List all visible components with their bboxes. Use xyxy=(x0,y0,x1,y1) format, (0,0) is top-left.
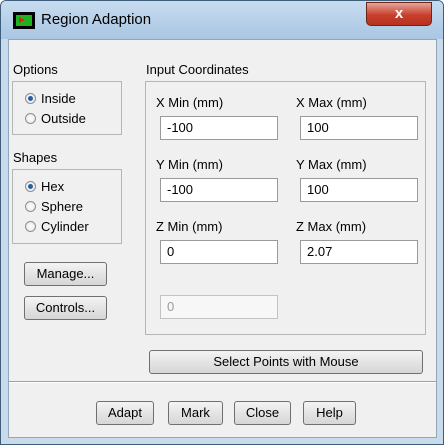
dialog-body: Options Inside Outside Shapes Hex Sphere xyxy=(8,39,437,438)
input-coordinates-title: Input Coordinates xyxy=(146,62,249,77)
radio-checked-icon xyxy=(25,93,36,104)
close-button[interactable]: Close xyxy=(234,401,291,425)
radius-input: 0 xyxy=(160,295,278,319)
close-window-button[interactable]: x xyxy=(366,2,432,26)
x-max-input[interactable]: 100 xyxy=(300,116,418,140)
radio-cylinder-label: Cylinder xyxy=(41,219,89,234)
region-adaption-dialog: Region Adaption x Options Inside Outside… xyxy=(0,0,444,445)
y-min-label: Y Min (mm) xyxy=(156,157,223,172)
radio-hex-label: Hex xyxy=(41,179,65,194)
radio-inside-label: Inside xyxy=(41,91,76,106)
controls-button[interactable]: Controls... xyxy=(24,296,107,320)
app-icon xyxy=(13,12,35,29)
shapes-title: Shapes xyxy=(13,150,58,165)
footer-separator xyxy=(9,381,436,383)
help-button[interactable]: Help xyxy=(303,401,356,425)
radio-unchecked-icon xyxy=(25,201,36,212)
window-title: Region Adaption xyxy=(41,11,152,28)
options-group: Inside Outside xyxy=(12,81,122,135)
radio-unchecked-icon xyxy=(25,113,36,124)
x-min-label: X Min (mm) xyxy=(156,95,224,110)
mark-button[interactable]: Mark xyxy=(168,401,223,425)
radio-checked-icon xyxy=(25,181,36,192)
adapt-button[interactable]: Adapt xyxy=(96,401,154,425)
z-max-input[interactable]: 2.07 xyxy=(300,240,418,264)
z-max-label: Z Max (mm) xyxy=(296,219,367,234)
z-min-input[interactable]: 0 xyxy=(160,240,278,264)
select-points-with-mouse-button[interactable]: Select Points with Mouse xyxy=(149,350,423,374)
y-max-input[interactable]: 100 xyxy=(300,178,418,202)
radio-outside-label: Outside xyxy=(41,111,86,126)
x-min-input[interactable]: -100 xyxy=(160,116,278,140)
options-title: Options xyxy=(13,62,58,77)
close-icon: x xyxy=(394,5,404,22)
y-min-input[interactable]: -100 xyxy=(160,178,278,202)
title-bar[interactable]: Region Adaption x xyxy=(1,1,443,39)
x-max-label: X Max (mm) xyxy=(296,95,367,110)
y-max-label: Y Max (mm) xyxy=(296,157,367,172)
shapes-group: Hex Sphere Cylinder xyxy=(12,169,122,244)
radio-unchecked-icon xyxy=(25,221,36,232)
z-min-label: Z Min (mm) xyxy=(156,219,223,234)
input-coordinates-group: X Min (mm) -100 X Max (mm) 100 Y Min (mm… xyxy=(145,81,426,335)
manage-button[interactable]: Manage... xyxy=(24,262,107,286)
radio-sphere-label: Sphere xyxy=(41,199,83,214)
